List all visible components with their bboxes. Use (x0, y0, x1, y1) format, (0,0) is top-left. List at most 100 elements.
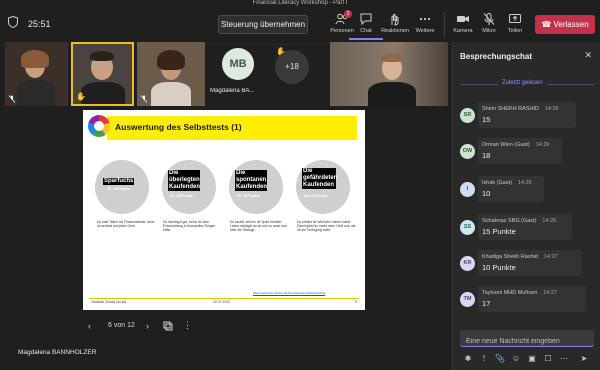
attach-icon[interactable]: 📎 (495, 354, 505, 364)
phone-icon: ☎ (541, 20, 554, 29)
result-label: Die spontanen Kaufenden (235, 170, 268, 191)
slides-grid-icon[interactable] (163, 321, 173, 331)
sticker-icon[interactable]: ☐ (543, 354, 553, 364)
slide-counter: 6 von 12 (108, 322, 135, 329)
avatar: KR (460, 256, 475, 271)
presenter-name: Magdalena BANNHOLZER (18, 349, 97, 356)
share-icon (509, 14, 521, 23)
participant-body (81, 82, 125, 104)
chat-message[interactable]: KR Khadiga Shekh Rashid 14:27 10 Punkte (460, 250, 590, 283)
teams-meeting-window: Financial Literacy Workshop - Part I 25:… (0, 0, 600, 370)
send-icon[interactable]: ➤ (579, 354, 589, 364)
participant-hair (21, 50, 49, 68)
share-label: Teilen (507, 28, 523, 34)
message-bubble: Ishak (Gast) 14:26 10 (478, 176, 544, 202)
chat-title: Besprechungschat (460, 52, 533, 61)
mic-icon (483, 13, 495, 25)
participant-body (151, 82, 191, 106)
close-icon[interactable]: ✕ (584, 50, 592, 61)
important-icon[interactable]: ! (479, 354, 489, 364)
result-description: Du erfüllst dir Wünsche immer sofort. Da… (297, 220, 356, 232)
result-points: 11 - 18 Punkte (170, 194, 193, 198)
participant-video-tile[interactable] (330, 42, 448, 106)
result-label: Sparfuchs (103, 178, 135, 185)
sender-name: Omran Wien (Gast) (482, 142, 530, 148)
message-bubble: Shirin SHEKH RASHID 14:26 15 (478, 102, 576, 128)
take-control-button[interactable]: Steuerung übernehmen (218, 15, 308, 34)
message-text: 10 (482, 189, 491, 198)
result-circle: Die gefährdeten Kaufenden über 34 Punkte (296, 160, 350, 214)
chat-icon (360, 13, 372, 26)
more-icon (419, 17, 431, 21)
more-button[interactable]: Weitere (408, 12, 442, 40)
slide-title: Auswertung des Selbsttests (1) (115, 122, 242, 132)
previous-slide-button[interactable]: ‹ (88, 320, 98, 332)
more-label: Weitere (415, 28, 435, 34)
mic-label: Mikro (482, 28, 496, 34)
message-header: Ishak (Gast) 14:26 (482, 180, 532, 186)
result-circle: Sparfuchs 40 - 25 Punkte (95, 160, 149, 214)
message-time: 14:27 (543, 290, 558, 296)
participant-body (368, 82, 416, 106)
message-input[interactable] (460, 333, 594, 350)
shared-presentation-slide: Auswertung des Selbsttests (1) Sparfuchs… (83, 110, 365, 310)
result-circle: Die überlegten Kaufenden 11 - 18 Punkte (162, 160, 216, 214)
slide-footer-text: Victorian Zusatz bei auf (91, 300, 127, 304)
more-apps-icon[interactable]: ⋯ (559, 354, 569, 364)
participant-body (17, 80, 55, 106)
participant-video-tile[interactable] (5, 42, 68, 106)
message-header: Omran Wien (Gast) 14:26 (482, 142, 549, 148)
emoji-icon[interactable]: ☺ (511, 354, 521, 364)
message-bubble: Schabnaz SBG (Gast) 14:26 15 Punkte (478, 214, 572, 240)
meeting-toolbar: Financial Literacy Workshop - Part I 25:… (0, 0, 600, 45)
participant-video-tile[interactable] (137, 42, 205, 106)
format-icon[interactable]: ✱ (463, 354, 473, 364)
result-points: über 34 Punkte (304, 194, 329, 198)
message-text: 15 Punkte (482, 227, 516, 236)
message-time: 14:27 (543, 254, 558, 260)
avatar: OW (460, 144, 475, 159)
reactions-button[interactable]: Reaktionen (378, 12, 412, 40)
slide-link[interactable]: https://www.lfun-finanz.de/finanzwissen/… (253, 291, 325, 295)
camera-label: Kamera (453, 28, 473, 34)
chat-message[interactable]: SS Schabnaz SBG (Gast) 14:26 15 Punkte (460, 214, 590, 247)
compose-toolbar: ✱ ! 📎 ☺ ▣ ☐ ⋯ ➤ (463, 354, 593, 366)
chat-message[interactable]: TM Tayluoni MHD Mulham 14:27 17 (460, 286, 590, 319)
message-header: Shirin SHEKH RASHID 14:26 (482, 106, 559, 112)
reactions-icon (391, 13, 399, 26)
result-label: Die gefährdeten Kaufenden (302, 168, 338, 189)
result-points: 40 - 25 Punkte (107, 187, 130, 191)
avatar: I (460, 182, 475, 197)
share-button[interactable]: Teilen (498, 12, 532, 40)
more-participants-button[interactable]: +18 (275, 50, 309, 84)
participant-video-tile-active[interactable]: ✋ (71, 42, 134, 106)
slide-page-number: 9 (355, 300, 357, 304)
chat-message[interactable]: SR Shirin SHEKH RASHID 14:26 15 (460, 102, 590, 135)
participant-hair (157, 50, 185, 70)
slide-navigation: ‹ 6 von 12 › ⋮ (88, 320, 208, 334)
leave-label: Verlassen (553, 20, 589, 29)
window-title: Financial Literacy Workshop - Part I (252, 0, 348, 6)
sender-name: Tayluoni MHD Mulham (482, 290, 538, 296)
result-label: Die überlegten Kaufenden (168, 170, 201, 191)
gif-icon[interactable]: ▣ (527, 354, 537, 364)
chat-message[interactable]: I Ishak (Gast) 14:26 10 (460, 176, 590, 209)
message-compose-box[interactable] (460, 330, 594, 350)
message-bubble: Khadiga Shekh Rashid 14:27 10 Punkte (478, 250, 582, 276)
more-options-icon[interactable]: ⋮ (183, 321, 193, 331)
result-description: Du kaufst, weil es dir Spaß bereitet. Le… (230, 220, 287, 232)
participant-avatar-tile[interactable]: MB Magdalena BA... (210, 42, 270, 106)
last-read-label: Zuletzt gelesen (498, 80, 547, 86)
result-description: Du hast Talent als Finanzminister, denn … (97, 220, 155, 228)
chat-message[interactable]: OW Omran Wien (Gast) 14:26 18 (460, 138, 590, 171)
message-text: 18 (482, 151, 491, 160)
raised-hand-icon: ✋ (76, 92, 86, 101)
message-header: Schabnaz SBG (Gast) 14:26 (482, 218, 556, 224)
message-text: 15 (482, 115, 491, 124)
message-time: 14:26 (544, 106, 559, 112)
reactions-label: Reaktionen (381, 28, 409, 34)
next-slide-button[interactable]: › (146, 320, 156, 332)
leave-button[interactable]: ☎ Verlassen (535, 15, 595, 34)
mic-muted-icon (8, 95, 16, 103)
message-text: 17 (482, 299, 491, 308)
